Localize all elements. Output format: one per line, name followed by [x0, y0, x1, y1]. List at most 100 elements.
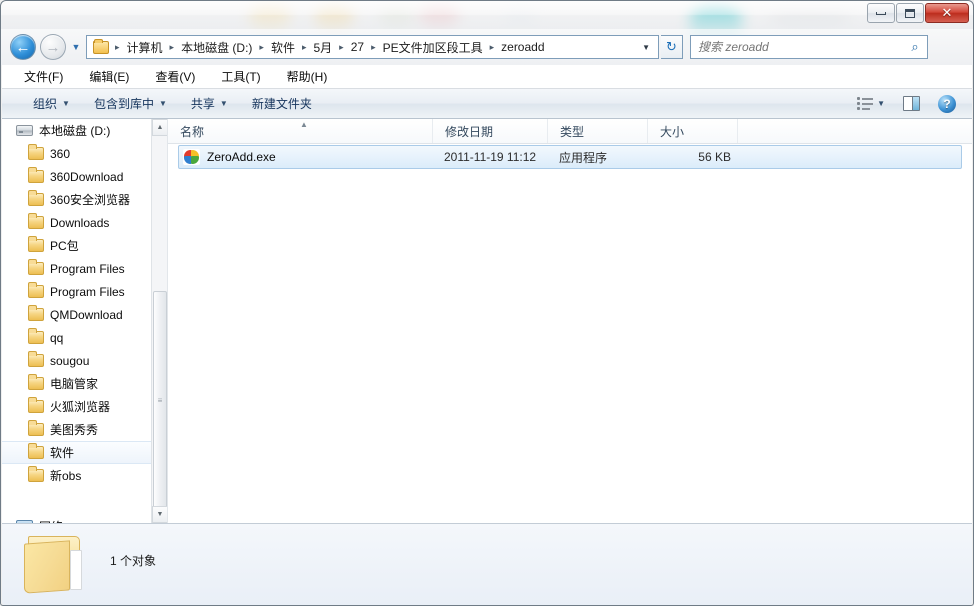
breadcrumb-separator[interactable]: ▸	[166, 42, 179, 53]
breadcrumb-separator[interactable]: ▸	[367, 42, 380, 53]
folder-icon	[28, 397, 44, 413]
tree-item-program-files[interactable]: Program Files	[2, 257, 152, 280]
column-header-label: 名称	[180, 124, 205, 139]
tree-item-xin-obs[interactable]: 新obs	[2, 464, 152, 487]
help-icon: ?	[938, 94, 956, 113]
address-bar[interactable]: ▸ 计算机 ▸ 本地磁盘 (D:) ▸ 软件 ▸ 5月 ▸ 27 ▸ PE文件加…	[86, 35, 659, 59]
tree-item-qmdownload[interactable]: QMDownload	[2, 303, 152, 326]
explorer-window: ✕ ← → ▼ ▸ 计算机 ▸ 本地磁盘 (D:) ▸ 软件 ▸ 5月 ▸ 27…	[0, 0, 974, 606]
tree-item-qq[interactable]: qq	[2, 326, 152, 349]
close-icon: ✕	[941, 5, 953, 20]
tree-item-label: 360Download	[50, 169, 124, 184]
title-bar[interactable]: ✕	[1, 1, 973, 29]
minimize-icon	[876, 11, 886, 15]
table-row[interactable]: ZeroAdd.exe 2011-11-19 11:12 应用程序 56 KB	[178, 145, 962, 169]
column-header-size[interactable]: 大小	[648, 119, 738, 143]
column-header-name[interactable]: ▲ 名称	[168, 119, 433, 143]
folder-icon	[28, 351, 44, 367]
breadcrumb-item-27[interactable]: 27	[348, 38, 367, 56]
scroll-down-button[interactable]: ▼	[152, 506, 167, 523]
chevron-down-icon: ▼	[877, 99, 885, 108]
tree-item-label: Downloads	[50, 215, 110, 230]
minimize-button[interactable]	[867, 3, 895, 23]
tree-item-meitu[interactable]: 美图秀秀	[2, 418, 152, 441]
chevron-down-icon[interactable]: ▼	[634, 43, 658, 52]
preview-pane-button[interactable]	[897, 93, 926, 114]
maximize-button[interactable]	[896, 3, 924, 23]
breadcrumb-item-drive-d[interactable]: 本地磁盘 (D:)	[178, 37, 255, 58]
close-button[interactable]: ✕	[925, 3, 969, 23]
file-name-label: ZeroAdd.exe	[207, 150, 276, 164]
tree-item-firefox[interactable]: 火狐浏览器	[2, 395, 152, 418]
tree-item-label: 本地磁盘 (D:)	[39, 124, 111, 138]
breadcrumb-separator[interactable]: ▸	[298, 42, 311, 53]
recent-pages-dropdown[interactable]: ▼	[70, 42, 82, 52]
tree-item-network[interactable]: 网络	[2, 515, 152, 523]
search-box[interactable]: ⌕	[690, 35, 928, 59]
toolbar-right-group: ▼ ?	[845, 92, 972, 116]
tree-item-software[interactable]: 软件	[2, 441, 152, 464]
share-label: 共享	[190, 97, 215, 111]
share-button[interactable]: 共享 ▼	[182, 92, 237, 115]
tree-item-computer-manager[interactable]: 电脑管家	[2, 372, 152, 395]
back-button[interactable]: ←	[10, 34, 36, 60]
refresh-button[interactable]: ↻	[661, 35, 683, 59]
menu-edit[interactable]: 编辑(E)	[79, 65, 139, 88]
tree-item-local-disk-d[interactable]: 本地磁盘 (D:)	[2, 119, 152, 142]
tree-item-downloads[interactable]: Downloads	[2, 211, 152, 234]
navigation-pane-scrollbar[interactable]: ▲ ≡ ▼	[151, 119, 167, 523]
breadcrumb-item-software[interactable]: 软件	[268, 37, 298, 58]
menu-file[interactable]: 文件(F)	[14, 65, 73, 88]
tree-item-pc-bao[interactable]: PC包	[2, 234, 152, 257]
scrollbar-thumb[interactable]: ≡	[153, 291, 167, 509]
chevron-down-icon: ▼	[219, 99, 228, 108]
tree-item-program-files-x86[interactable]: Program Files	[2, 280, 152, 303]
change-view-button[interactable]: ▼	[851, 94, 891, 114]
tree-item-360download[interactable]: 360Download	[2, 165, 152, 188]
breadcrumb-item-may[interactable]: 5月	[310, 37, 335, 58]
tree-item-label: 360	[50, 146, 71, 161]
maximize-icon	[905, 8, 915, 18]
menu-tools[interactable]: 工具(T)	[211, 65, 270, 88]
folder-front-shape	[24, 540, 70, 594]
column-header-type[interactable]: 类型	[548, 119, 648, 143]
breadcrumb-item-zeroadd[interactable]: zeroadd	[498, 38, 547, 56]
tree-item-360[interactable]: 360	[2, 142, 152, 165]
organize-button[interactable]: 组织 ▼	[24, 92, 79, 115]
help-button[interactable]: ?	[932, 92, 962, 116]
breadcrumb-item-computer[interactable]: 计算机	[124, 37, 166, 58]
folder-icon	[28, 328, 44, 344]
cell-name: ZeroAdd.exe	[179, 149, 440, 165]
cell-size: 56 KB	[698, 150, 731, 164]
tree-item-label: 软件	[50, 446, 75, 460]
tree-item-360-browser[interactable]: 360安全浏览器	[2, 188, 152, 211]
breadcrumb-separator[interactable]: ▸	[335, 42, 348, 53]
folder-icon	[28, 466, 44, 482]
command-toolbar: 组织 ▼ 包含到库中 ▼ 共享 ▼ 新建文件夹 ▼ ?	[2, 89, 972, 119]
breadcrumb-item-pe-tool[interactable]: PE文件加区段工具	[380, 37, 486, 58]
new-folder-button[interactable]: 新建文件夹	[243, 92, 321, 115]
item-count-label: 1 个对象	[110, 554, 157, 568]
breadcrumb-separator[interactable]: ▸	[111, 42, 124, 53]
navigation-pane: 本地磁盘 (D:) 360 360Download 360安全浏览器 Downl…	[2, 119, 168, 523]
column-header-date-modified[interactable]: 修改日期	[433, 119, 548, 143]
tree-item-label: QMDownload	[50, 307, 123, 322]
scroll-up-button[interactable]: ▲	[152, 119, 167, 136]
tree-item-sougou[interactable]: sougou	[2, 349, 152, 372]
column-header-label: 类型	[560, 124, 585, 139]
file-list-view[interactable]: ▲ 名称 修改日期 类型 大小 ZeroAdd.exe 2011-11-19 1…	[168, 119, 972, 523]
organize-label: 组织	[33, 97, 58, 111]
window-controls: ✕	[866, 3, 969, 23]
include-in-library-button[interactable]: 包含到库中 ▼	[85, 92, 176, 115]
menu-help[interactable]: 帮助(H)	[277, 65, 338, 88]
column-header-label: 大小	[660, 124, 685, 139]
breadcrumb-separator[interactable]: ▸	[486, 42, 499, 53]
breadcrumb-separator[interactable]: ▸	[255, 42, 268, 53]
view-list-icon	[857, 96, 874, 111]
refresh-icon: ↻	[666, 39, 677, 54]
tree-item-label: 新obs	[50, 469, 82, 483]
forward-button[interactable]: →	[40, 34, 66, 60]
chevron-down-icon: ▼	[158, 99, 167, 108]
menu-view[interactable]: 查看(V)	[145, 65, 205, 88]
search-input[interactable]	[691, 37, 903, 57]
